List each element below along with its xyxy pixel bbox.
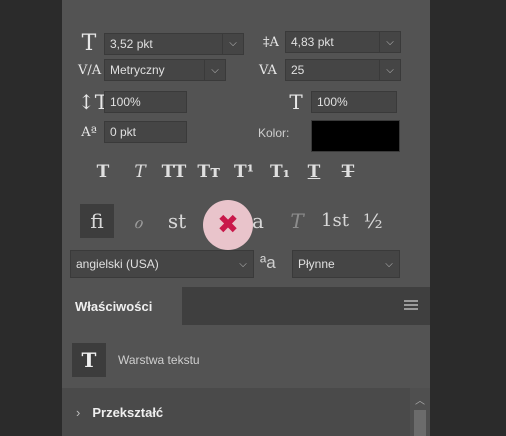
font-size-field[interactable]: 3,52 pkt ⌵	[104, 32, 244, 55]
transform-section-label: Przekształć	[92, 404, 164, 420]
contextual-alternates-button[interactable]: ℴ	[121, 204, 155, 238]
tracking-control: VA 25 ⌵	[255, 59, 401, 81]
baseline-shift-field[interactable]: 0 pkt	[104, 121, 187, 143]
language-dropdown[interactable]: angielski (USA) ⌵	[70, 250, 254, 278]
leading-value: 4,83 pkt	[291, 35, 334, 49]
tracking-field[interactable]: 25 ⌵	[285, 59, 401, 81]
vertical-scale-field[interactable]: 100%	[104, 91, 187, 113]
color-swatch[interactable]	[311, 120, 400, 152]
discretionary-ligatures-button[interactable]: st	[160, 204, 194, 238]
small-caps-button[interactable]: Tт	[194, 162, 224, 182]
language-value: angielski (USA)	[76, 257, 159, 271]
ordinals-button[interactable]: 1st	[318, 204, 352, 238]
panel-menu-icon[interactable]	[404, 300, 418, 310]
chevron-down-icon[interactable]: ⌵	[379, 60, 400, 80]
antialias-value: Płynne	[298, 257, 335, 271]
antialias-icon: ªa	[260, 253, 276, 272]
horizontal-scale-control: T 100%	[285, 90, 397, 114]
leading-icon: ‡A	[263, 34, 279, 50]
chevron-right-icon: ›	[76, 404, 81, 420]
tracking-value: 25	[291, 63, 305, 77]
kerning-field[interactable]: Metryczny ⌵	[104, 59, 226, 81]
antialias-dropdown[interactable]: Płynne ⌵	[292, 250, 400, 278]
faux-italic-button[interactable]: T	[125, 162, 155, 182]
titling-alternates-button[interactable]: T	[280, 204, 314, 238]
chevron-down-icon[interactable]: ⌵	[222, 33, 243, 54]
ligatures-button[interactable]: fi	[80, 204, 114, 238]
vertical-scale-value: 100%	[110, 95, 141, 109]
scroll-up-icon[interactable]: ︿	[415, 392, 425, 407]
faux-bold-button[interactable]: T	[88, 162, 118, 182]
chevron-down-icon[interactable]: ⌵	[379, 251, 399, 277]
panel-tab-bar: Właściwości	[62, 287, 430, 325]
subscript-button[interactable]: T₁	[265, 162, 295, 182]
leading-field[interactable]: 4,83 pkt ⌵	[285, 31, 401, 53]
kerning-icon: V/A	[78, 62, 102, 78]
strikethrough-button[interactable]: T	[333, 162, 363, 182]
properties-panel: T Warstwa tekstu › Przekształć ︿	[62, 325, 430, 436]
text-layer-icon: T	[72, 343, 106, 377]
close-icon: ✖	[217, 210, 239, 240]
superscript-button[interactable]: T¹	[229, 162, 259, 182]
layer-type-label: Warstwa tekstu	[118, 353, 200, 367]
kerning-value: Metryczny	[110, 63, 165, 77]
vertical-scale-icon: ↕T	[78, 90, 109, 114]
horizontal-scale-value: 100%	[317, 95, 348, 109]
workspace-background	[430, 0, 506, 436]
baseline-shift-control: Aª 0 pkt	[78, 121, 187, 143]
baseline-shift-icon: Aª	[81, 124, 97, 140]
all-caps-button[interactable]: TT	[159, 162, 189, 182]
color-label: Kolor:	[258, 126, 290, 140]
transform-section-header[interactable]: › Przekształć	[62, 388, 410, 436]
horizontal-scale-icon: T	[289, 90, 303, 114]
chevron-down-icon[interactable]: ⌵	[204, 60, 225, 80]
scrollbar[interactable]: ︿	[410, 388, 430, 436]
close-button[interactable]: ✖	[203, 200, 253, 250]
font-size-value: 3,52 pkt	[110, 36, 153, 51]
layer-type-row: T Warstwa tekstu	[72, 343, 200, 377]
fractions-button[interactable]: ½	[356, 204, 390, 238]
tab-properties-label: Właściwości	[75, 298, 153, 314]
vertical-scale-control: ↕T 100%	[78, 90, 187, 114]
font-size-control: T 3,52 pkt ⌵	[78, 31, 244, 56]
baseline-shift-value: 0 pkt	[110, 125, 137, 139]
tab-properties[interactable]: Właściwości	[62, 287, 182, 325]
kerning-control: V/A Metryczny ⌵	[78, 59, 226, 81]
horizontal-scale-field[interactable]: 100%	[311, 91, 397, 113]
underline-button[interactable]: T	[299, 162, 329, 182]
chevron-down-icon[interactable]: ⌵	[233, 251, 253, 277]
scrollbar-thumb[interactable]	[414, 410, 426, 436]
font-size-icon: T	[81, 31, 97, 56]
leading-control: ‡A 4,83 pkt ⌵	[261, 31, 401, 53]
chevron-down-icon[interactable]: ⌵	[379, 32, 400, 52]
tracking-icon: VA	[259, 62, 277, 78]
